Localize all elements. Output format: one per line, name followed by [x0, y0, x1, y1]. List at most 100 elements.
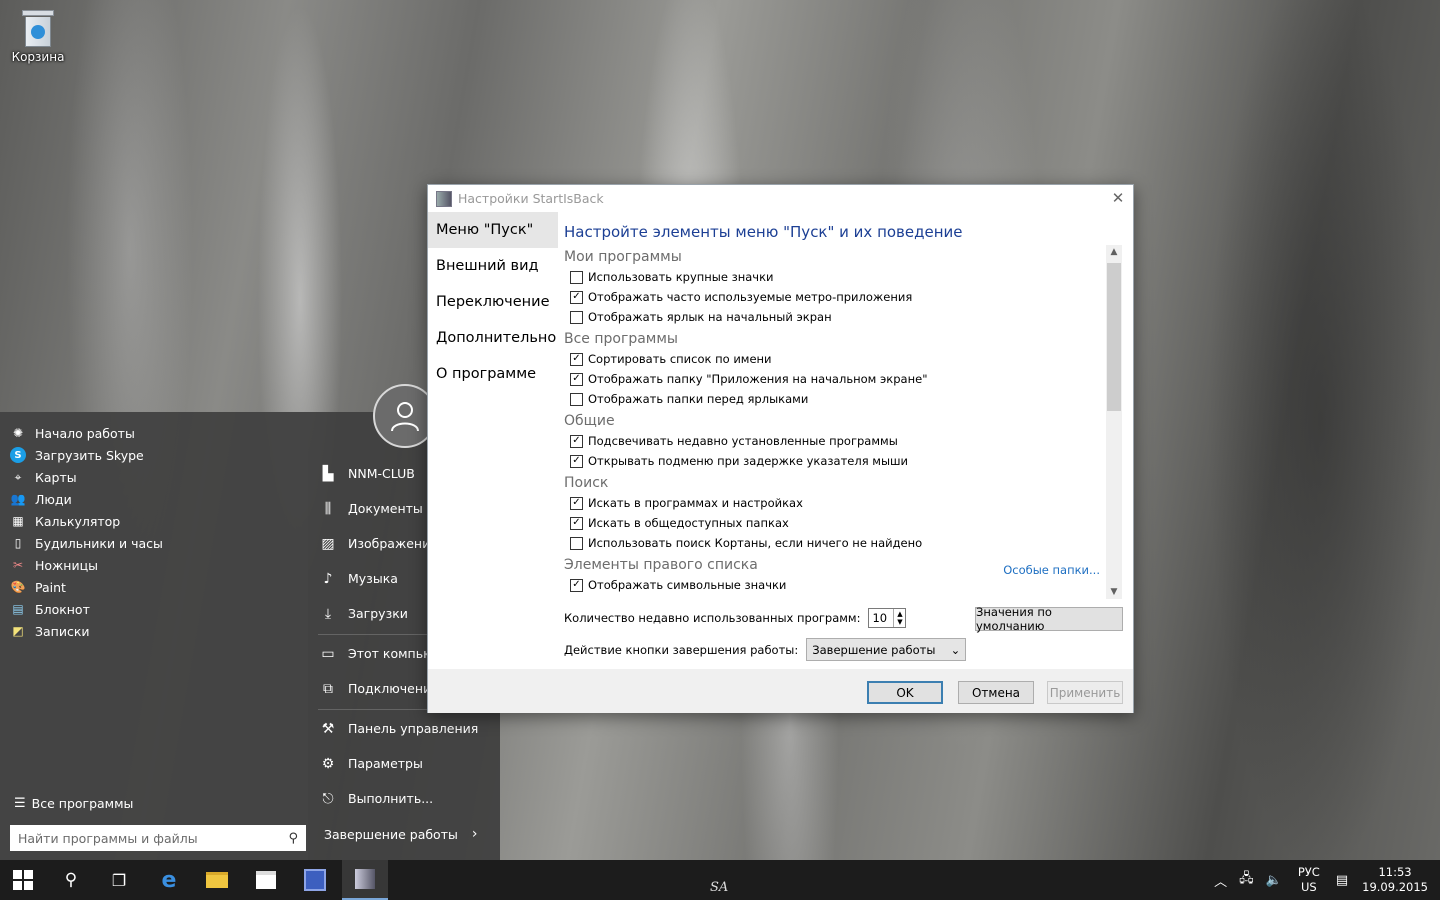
settings-content: Настройте элементы меню "Пуск" и их пове…	[564, 212, 1124, 661]
start-button[interactable]	[0, 860, 46, 900]
close-icon[interactable]: ✕	[1109, 189, 1127, 207]
paint-icon: 🎨	[10, 580, 26, 594]
pinned-item-skype[interactable]: S Загрузить Skype	[10, 444, 163, 466]
notifications-icon[interactable]: ▤	[1336, 873, 1348, 888]
checkbox-checked-icon[interactable]: ✓	[570, 372, 583, 386]
recent-programs-value[interactable]: 10	[869, 609, 893, 627]
nav-advanced[interactable]: Дополнительно	[428, 320, 558, 356]
apply-button[interactable]: Применить	[1047, 681, 1123, 704]
edge-button[interactable]: e	[146, 860, 192, 900]
option-label: Искать в программах и настройках	[588, 496, 803, 510]
nav-switching[interactable]: Переключение	[428, 284, 558, 320]
shutdown-button[interactable]: Завершение работы ›	[324, 826, 477, 842]
option-checkbox-row[interactable]: ✓ Искать в программах и настройках	[564, 493, 1122, 513]
chevron-up-icon[interactable]: ︿	[1214, 871, 1227, 890]
edge-icon: e	[161, 867, 177, 893]
alarm-clock-icon: ▯	[14, 536, 22, 550]
option-checkbox-row[interactable]: Использовать поиск Кортаны, если ничего …	[564, 533, 1122, 553]
option-checkbox-row[interactable]: ✓ Искать в общедоступных папках	[564, 513, 1122, 533]
floppy-app-button[interactable]	[292, 860, 338, 900]
group-title: Мои программы	[564, 249, 682, 265]
option-checkbox-row[interactable]: Отображать папки перед ярлыками	[564, 389, 1122, 409]
pinned-item-getting-started[interactable]: ✺ Начало работы	[10, 422, 163, 444]
all-programs-button[interactable]: ☰ Все программы	[14, 796, 133, 811]
task-view-icon: ❐	[111, 870, 127, 890]
pinned-item-maps[interactable]: ⌖ Карты	[10, 466, 163, 488]
right-item-settings[interactable]: ⚙ Параметры	[318, 746, 498, 781]
option-checkbox-row[interactable]: ✓ Сортировать список по имени	[564, 349, 1122, 369]
system-tray: ︿ 🖧 🔈 РУС US ▤ 11:53 19.09.2015	[1208, 860, 1440, 900]
cancel-button[interactable]: Отмена	[958, 681, 1034, 704]
dialog-titlebar[interactable]: Настройки StartIsBack ✕	[428, 185, 1133, 212]
sticky-notes-icon: ◩	[12, 624, 24, 638]
pinned-item-scissors[interactable]: ✂ Ножницы	[10, 554, 163, 576]
checkbox-checked-icon[interactable]: ✓	[570, 454, 583, 468]
pinned-item-alarms[interactable]: ▯ Будильники и часы	[10, 532, 163, 554]
chevron-right-icon: ›	[471, 826, 478, 842]
recent-programs-stepper[interactable]: 10 ▲ ▼	[868, 608, 907, 628]
options-scrollbar[interactable]: ▲ ▼	[1106, 245, 1122, 599]
checkbox-unchecked-icon[interactable]	[570, 536, 583, 550]
startisback-app-icon	[436, 190, 452, 207]
option-checkbox-row[interactable]: ✓ Открывать подменю при задержке указател…	[564, 451, 1122, 471]
option-checkbox-row[interactable]: ✓ Подсвечивать недавно установленные прог…	[564, 431, 1122, 451]
list-icon: ☰	[14, 796, 26, 811]
clock[interactable]: 11:53 19.09.2015	[1362, 865, 1428, 895]
user-folder-icon: ▙	[322, 465, 334, 482]
volume-icon[interactable]: 🔈	[1266, 873, 1282, 888]
store-button[interactable]	[243, 860, 289, 900]
network-icon[interactable]: 🖧	[1239, 869, 1254, 891]
recycle-bin-label: Корзина	[11, 50, 65, 64]
pictures-icon: ▨	[321, 535, 335, 552]
checkbox-unchecked-icon[interactable]	[570, 270, 583, 284]
language-indicator[interactable]: РУС US	[1298, 865, 1320, 895]
scrollbar-thumb[interactable]	[1107, 263, 1121, 411]
scroll-up-icon[interactable]: ▲	[1106, 247, 1122, 257]
task-view-button[interactable]: ❐	[96, 860, 142, 900]
option-checkbox-row[interactable]: Использовать крупные значки	[564, 267, 1122, 287]
pinned-item-calculator[interactable]: ▦ Калькулятор	[10, 510, 163, 532]
explorer-button[interactable]	[194, 860, 240, 900]
right-item-control-panel[interactable]: ⚒ Панель управления	[318, 711, 498, 746]
checkbox-checked-icon[interactable]: ✓	[570, 352, 583, 366]
pinned-item-people[interactable]: 👥 Люди	[10, 488, 163, 510]
option-checkbox-row[interactable]: ✓ Отображать папку "Приложения на начальн…	[564, 369, 1122, 389]
pinned-item-sticky-notes[interactable]: ◩ Записки	[10, 620, 163, 642]
start-search-input[interactable]: Найти программы и файлы ⚲	[10, 825, 306, 851]
clock-date: 19.09.2015	[1362, 880, 1428, 894]
checkbox-checked-icon[interactable]: ✓	[570, 578, 583, 592]
power-action-row: Действие кнопки завершения работы: Завер…	[564, 638, 967, 661]
pinned-item-notepad[interactable]: ▤ Блокнот	[10, 598, 163, 620]
chevron-down-icon: ⌄	[950, 642, 961, 657]
nav-about[interactable]: О программе	[428, 356, 558, 392]
start-menu: ✺ Начало работы S Загрузить Skype ⌖ Карты 👥…	[0, 384, 500, 860]
options-container: Мои программы Использовать крупные значки…	[564, 247, 1122, 595]
recycle-bin[interactable]: Корзина	[10, 8, 66, 64]
right-item-run[interactable]: ⎋ Выполнить...	[318, 781, 498, 816]
stepper-arrows-icon[interactable]: ▲ ▼	[893, 609, 905, 627]
lightbulb-icon: ✺	[12, 426, 24, 440]
option-checkbox-row[interactable]: Отображать ярлык на начальный экран	[564, 307, 1122, 327]
checkbox-unchecked-icon[interactable]	[570, 310, 583, 324]
option-checkbox-row[interactable]: ✓ Отображать символьные значки	[564, 575, 1122, 595]
scroll-down-icon[interactable]: ▼	[1106, 587, 1122, 597]
option-checkbox-row[interactable]: ✓ Отображать часто используемые метро-при…	[564, 287, 1122, 307]
taskbar-search-button[interactable]: ⚲	[48, 860, 94, 900]
pinned-item-paint[interactable]: 🎨 Paint	[10, 576, 163, 598]
nav-start-menu[interactable]: Меню "Пуск"	[428, 212, 558, 248]
power-action-select[interactable]: Завершение работы ⌄	[806, 638, 967, 661]
startisback-app-button[interactable]	[342, 860, 388, 900]
notepad-icon: ▤	[12, 602, 24, 616]
ok-button[interactable]: OK	[867, 681, 943, 704]
checkbox-checked-icon[interactable]: ✓	[570, 434, 583, 448]
defaults-button[interactable]: Значения по умолчанию	[975, 605, 1123, 633]
checkbox-checked-icon[interactable]: ✓	[570, 516, 583, 530]
group-title: Поиск	[564, 475, 609, 491]
checkbox-checked-icon[interactable]: ✓	[570, 496, 583, 510]
settings-gear-icon: ⚙	[321, 755, 335, 772]
special-folders-link[interactable]: Особые папки...	[1003, 563, 1100, 577]
option-label: Подсвечивать недавно установленные прогр…	[588, 434, 898, 448]
checkbox-unchecked-icon[interactable]	[570, 392, 583, 406]
checkbox-checked-icon[interactable]: ✓	[570, 290, 583, 304]
nav-appearance[interactable]: Внешний вид	[428, 248, 558, 284]
